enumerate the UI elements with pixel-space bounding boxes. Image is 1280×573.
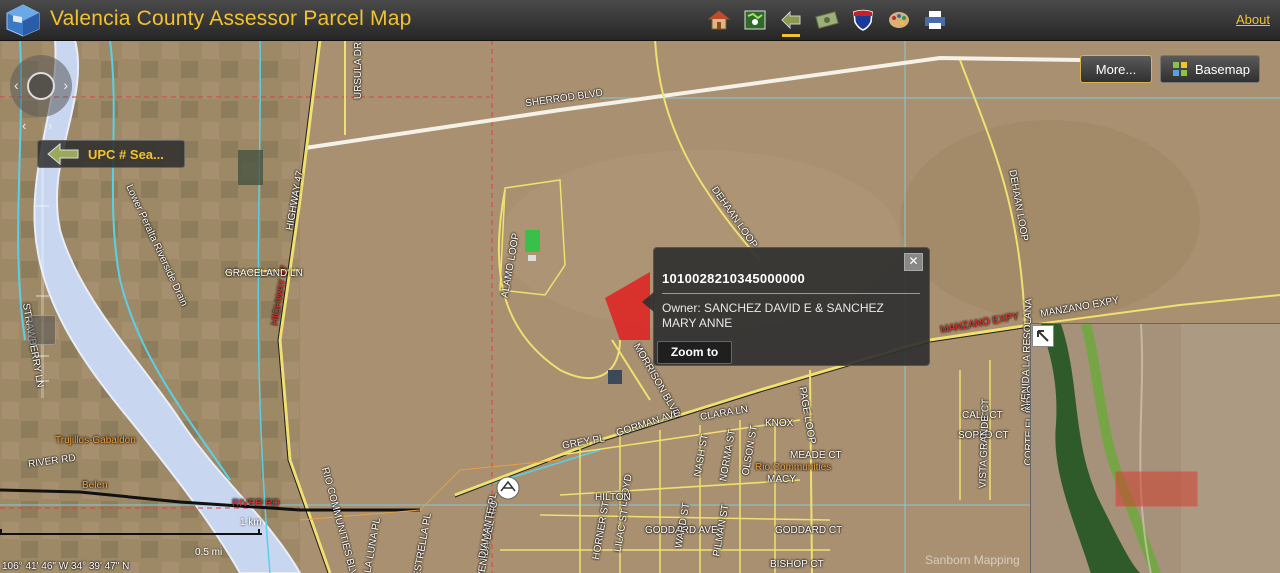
imagery-credit: Sanborn Mapping [925, 553, 1020, 567]
place-label: Trujillos-Gabaldon [55, 435, 136, 446]
upc-search-widget[interactable]: UPC # Sea... [37, 140, 185, 168]
scale-mi-label: 0.5 mi [195, 547, 223, 558]
road-label: GODDARD CT [775, 525, 843, 536]
palette-tool[interactable] [884, 5, 914, 35]
overview-toggle-button[interactable] [1032, 325, 1054, 347]
previous-extent-icon[interactable]: ‹ [22, 118, 26, 133]
overview-map[interactable] [1030, 323, 1280, 573]
parcel-info-popup: ✕ 1010028210345000000 Owner: SANCHEZ DAV… [642, 247, 930, 366]
cursor-coordinates: 106° 41' 46" W 34° 39' 47" N [2, 561, 130, 572]
owner-search-tool[interactable] [812, 5, 842, 35]
toolbar [704, 5, 950, 37]
road-label: KNOX [765, 418, 794, 429]
pan-control[interactable]: ‹ › [10, 55, 72, 117]
map-search-icon [744, 10, 766, 30]
pan-hand-icon[interactable] [28, 315, 56, 345]
app-header: Valencia County Assessor Parcel Map Abou… [0, 0, 1280, 41]
parcel-map[interactable]: SHERROD BLVD URSULA DR HIGHWAY 47 HIGHWA… [0, 40, 1280, 573]
parcel-id: 1010028210345000000 [662, 271, 806, 286]
app-logo-icon [5, 3, 41, 37]
arrow-diagonal-icon [1037, 330, 1049, 342]
basemap-grid-icon [1173, 62, 1187, 76]
road-label: MACY [767, 474, 796, 485]
place-label: Rio Communities [755, 462, 832, 473]
basemap-label: Basemap [1195, 61, 1250, 77]
upc-search-label: UPC # Sea... [88, 146, 164, 162]
upc-search-tool[interactable] [776, 5, 806, 37]
palette-icon [889, 12, 909, 28]
app-title: Valencia County Assessor Parcel Map [50, 7, 412, 30]
scale-km-label: 1 km [240, 517, 262, 528]
road-label: URSULA DR [353, 41, 365, 100]
scale-bar-ticks [0, 529, 260, 533]
zoom-tick [36, 295, 49, 297]
interstate-shield-icon [853, 9, 873, 31]
house-icon [707, 10, 731, 30]
next-extent-icon[interactable]: › [48, 118, 52, 133]
zoom-to-button[interactable]: Zoom to [657, 341, 732, 364]
parcel-search-tool[interactable] [740, 5, 770, 35]
road-label: MEADE CT [790, 450, 842, 461]
about-link[interactable]: About [1236, 12, 1270, 27]
parcel-arrows-icon [781, 10, 801, 30]
close-popup-button[interactable]: ✕ [904, 253, 923, 271]
scale-bar [0, 533, 262, 535]
popup-divider [662, 293, 920, 294]
place-label: Belen [82, 480, 108, 491]
parcel-owner: Owner: SANCHEZ DAVID E & SANCHEZ MARY AN… [662, 301, 884, 330]
printer-icon [925, 11, 945, 29]
road-label: GRACELAND LN [225, 268, 303, 279]
zoom-tick [36, 380, 49, 382]
parcel-arrows-icon [47, 142, 79, 166]
more-button[interactable]: More... [1080, 55, 1152, 83]
basemap-button[interactable]: Basemap [1160, 55, 1260, 83]
print-tool[interactable] [920, 5, 950, 35]
zoom-tick [36, 205, 49, 207]
money-icon [815, 11, 839, 29]
interstate-tool[interactable] [848, 5, 878, 35]
road-label: RIVER RD [232, 498, 280, 509]
zoom-tick [36, 355, 49, 357]
globe-icon[interactable] [27, 72, 55, 100]
zoom-slider[interactable] [41, 148, 44, 398]
pan-left-arrow-icon[interactable]: ‹ [14, 77, 19, 93]
road-label: BISHOP CT [770, 559, 824, 570]
pan-right-arrow-icon[interactable]: › [63, 77, 68, 93]
home-tool[interactable] [704, 5, 734, 35]
